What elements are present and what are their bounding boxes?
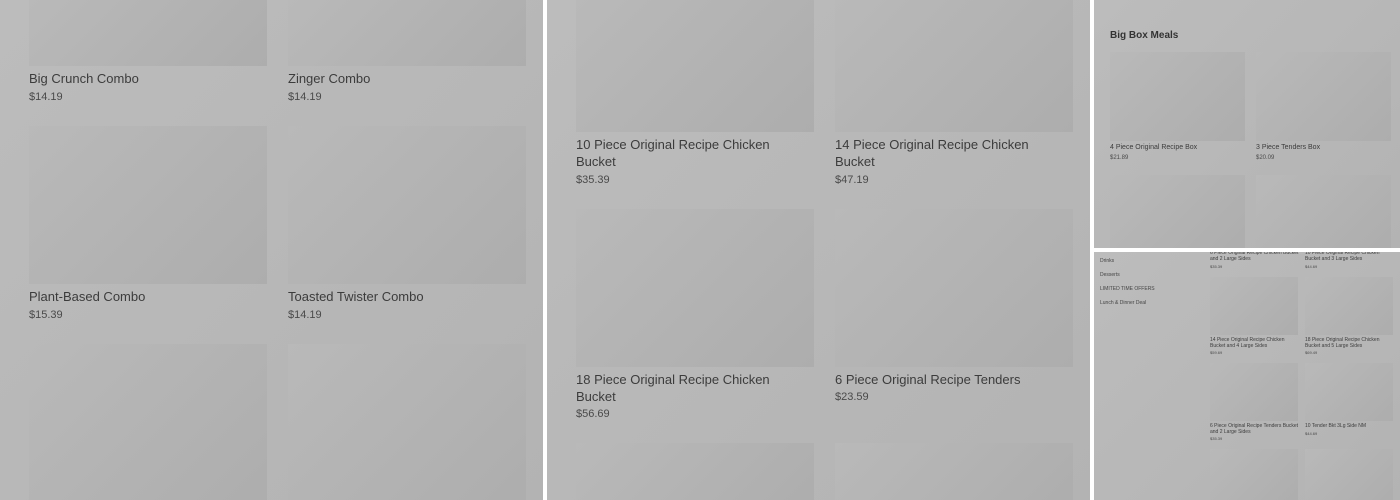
menu-panel-combos: Big Crunch Combo $14.19 Zinger Combo $14… (0, 0, 543, 500)
item-price: $35.39 (576, 174, 610, 186)
item-image-4-piece-box[interactable] (1110, 52, 1245, 141)
item-image[interactable] (1210, 449, 1298, 500)
menu-panel-big-box-meals: Big Box Meals 4 Piece Original Recipe Bo… (1094, 0, 1400, 248)
item-name[interactable]: 6 Piece Original Recipe Tenders Bucket a… (1210, 423, 1300, 435)
item-price: $21.89 (1110, 155, 1129, 161)
category-link-desserts[interactable]: Desserts (1100, 272, 1120, 278)
item-image[interactable] (1305, 277, 1393, 335)
item-price: $59.69 (1210, 350, 1223, 355)
item-name[interactable]: 18 Piece Original Recipe Chicken Bucket … (1305, 337, 1395, 349)
section-title: Big Box Meals (1110, 30, 1179, 41)
item-image[interactable] (1110, 175, 1245, 248)
item-price: $69.49 (1305, 350, 1318, 355)
item-image[interactable] (1210, 363, 1298, 421)
item-image-14-piece-bucket[interactable] (835, 0, 1073, 132)
item-image[interactable] (576, 443, 814, 500)
item-image-3-piece-tenders-box[interactable] (1256, 52, 1391, 141)
item-image-plant-based-combo[interactable] (29, 126, 267, 284)
category-link-limited-time-offers[interactable]: LIMITED TIME OFFERS (1100, 286, 1155, 292)
item-name[interactable]: 3 Piece Tenders Box (1256, 144, 1320, 151)
item-name[interactable]: Toasted Twister Combo (288, 288, 424, 305)
item-name[interactable]: Big Crunch Combo (29, 70, 139, 87)
item-image[interactable] (1305, 449, 1393, 500)
item-name[interactable]: 6 Piece Original Recipe Tenders (835, 371, 1060, 388)
item-price: $14.19 (29, 91, 63, 103)
item-price: $47.19 (835, 174, 869, 186)
item-name[interactable]: 10 Piece Original Recipe Chicken Bucket (576, 136, 801, 170)
item-name[interactable]: 6 Piece Original Recipe Chicken Bucket a… (1210, 252, 1300, 262)
item-name[interactable]: 18 Piece Original Recipe Chicken Bucket (576, 371, 801, 405)
item-image[interactable] (29, 344, 267, 500)
item-price: $15.39 (29, 309, 63, 321)
item-name[interactable]: Plant-Based Combo (29, 288, 145, 305)
item-image[interactable] (1305, 363, 1393, 421)
item-image-6-piece-tenders[interactable] (835, 209, 1073, 367)
category-link-lunch-dinner-deal[interactable]: Lunch & Dinner Deal (1100, 300, 1146, 306)
item-price: $35.39 (1210, 436, 1223, 441)
item-image[interactable] (1256, 175, 1391, 248)
item-price: $20.09 (1256, 155, 1275, 161)
menu-panel-buckets: 10 Piece Original Recipe Chicken Bucket … (547, 0, 1090, 500)
item-price: $23.59 (835, 391, 869, 403)
item-name[interactable]: 14 Piece Original Recipe Chicken Bucket … (1210, 337, 1300, 349)
category-link-drinks[interactable]: Drinks (1100, 258, 1114, 264)
item-name[interactable]: 10 Piece Original Recipe Chicken Bucket … (1305, 252, 1395, 262)
item-name[interactable]: 10 Tender Bkt 3Lg Side NM (1305, 423, 1395, 429)
item-price: $44.69 (1305, 431, 1318, 436)
item-price: $35.39 (1210, 264, 1223, 269)
item-name[interactable]: 14 Piece Original Recipe Chicken Bucket (835, 136, 1060, 170)
item-image-toasted-twister-combo[interactable] (288, 126, 526, 284)
item-name[interactable]: Zinger Combo (288, 70, 370, 87)
item-image[interactable] (1210, 277, 1298, 335)
item-price: $56.69 (576, 408, 610, 420)
item-image[interactable] (835, 443, 1073, 500)
item-name[interactable]: 4 Piece Original Recipe Box (1110, 144, 1197, 151)
item-price: $14.19 (288, 91, 322, 103)
item-image-zinger-combo[interactable] (288, 0, 526, 66)
menu-panel-bucket-meals: Drinks Desserts LIMITED TIME OFFERS Lunc… (1094, 252, 1400, 500)
item-image[interactable] (288, 344, 526, 500)
item-image-big-crunch-combo[interactable] (29, 0, 267, 66)
item-price: $44.69 (1305, 264, 1318, 269)
item-image-10-piece-bucket[interactable] (576, 0, 814, 132)
item-price: $14.19 (288, 309, 322, 321)
item-image-18-piece-bucket[interactable] (576, 209, 814, 367)
